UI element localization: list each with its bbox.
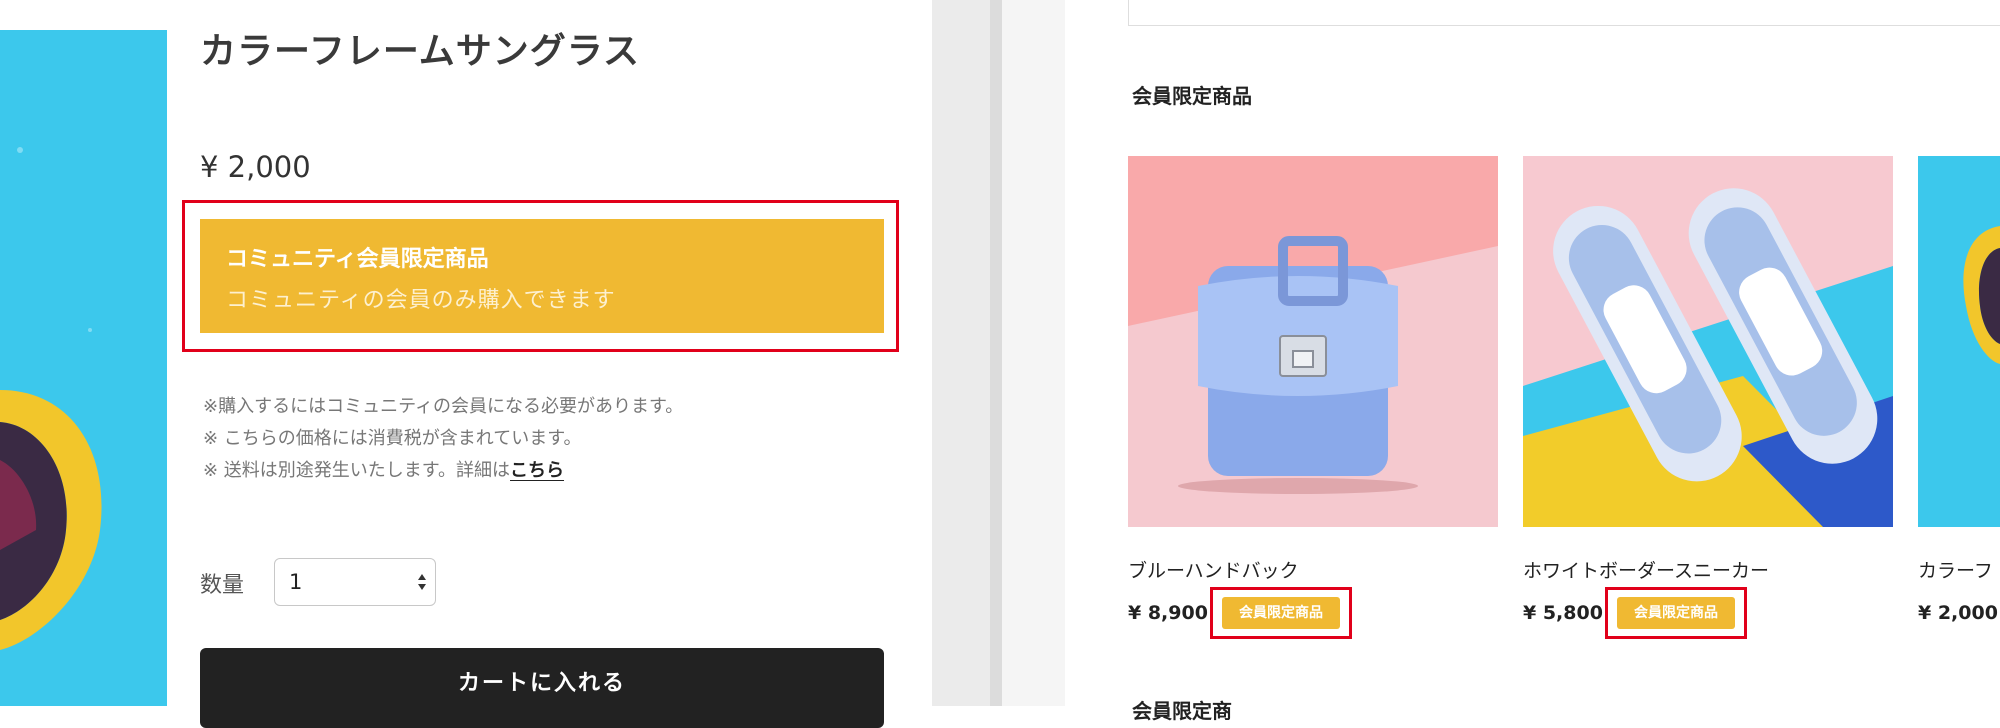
product-name-sneakers[interactable]: ホワイトボーダースニーカー xyxy=(1523,556,1769,583)
quantity-value: 1 xyxy=(289,570,303,594)
product-image-handbag[interactable] xyxy=(1128,156,1498,527)
member-section-title: 会員限定商品 xyxy=(1132,84,1252,108)
member-only-badge: 会員限定商品 xyxy=(1617,597,1735,629)
purchase-note: ※購入するにはコミュニティの会員になる必要があります。 xyxy=(203,396,684,417)
product-price: ¥ 2,000 xyxy=(200,150,311,184)
shipping-note-text: ※ 送料は別途発生いたします。詳細は xyxy=(203,460,511,481)
add-to-cart-button[interactable]: カートに入れる xyxy=(200,648,884,728)
product-hero-image xyxy=(0,30,167,706)
member-only-title: コミュニティ会員限定商品 xyxy=(226,247,489,272)
chevron-updown-icon xyxy=(417,571,427,597)
quantity-label: 数量 xyxy=(200,573,245,598)
tax-note: ※ こちらの価格には消費税が含まれています。 xyxy=(203,428,582,449)
product-name-handbag[interactable]: ブルーハンドバック xyxy=(1128,556,1299,583)
product-image-sneakers[interactable] xyxy=(1523,156,1893,527)
top-content-box xyxy=(1128,0,2000,26)
quantity-select[interactable]: 1 xyxy=(274,558,436,606)
product-title: カラーフレームサングラス xyxy=(200,31,641,72)
product-price-sunglasses: ¥ 2,000 xyxy=(1918,602,1998,624)
member-only-notice: コミュニティ会員限定商品 コミュニティの会員のみ購入できます xyxy=(200,219,884,333)
product-image-sunglasses[interactable] xyxy=(1918,156,2000,527)
member-only-description: コミュニティの会員のみ購入できます xyxy=(226,288,616,313)
next-section-title: 会員限定商 xyxy=(1132,699,1232,723)
shipping-details-link[interactable]: こちら xyxy=(510,460,564,481)
product-name-sunglasses[interactable]: カラーフ xyxy=(1918,556,1993,583)
product-price-sneakers: ¥ 5,800 xyxy=(1523,602,1603,624)
product-price-handbag: ¥ 8,900 xyxy=(1128,602,1208,624)
member-only-badge: 会員限定商品 xyxy=(1222,597,1340,629)
panel-divider-line xyxy=(990,0,1002,706)
shipping-note: ※ 送料は別途発生いたします。詳細はこちら xyxy=(203,456,564,482)
